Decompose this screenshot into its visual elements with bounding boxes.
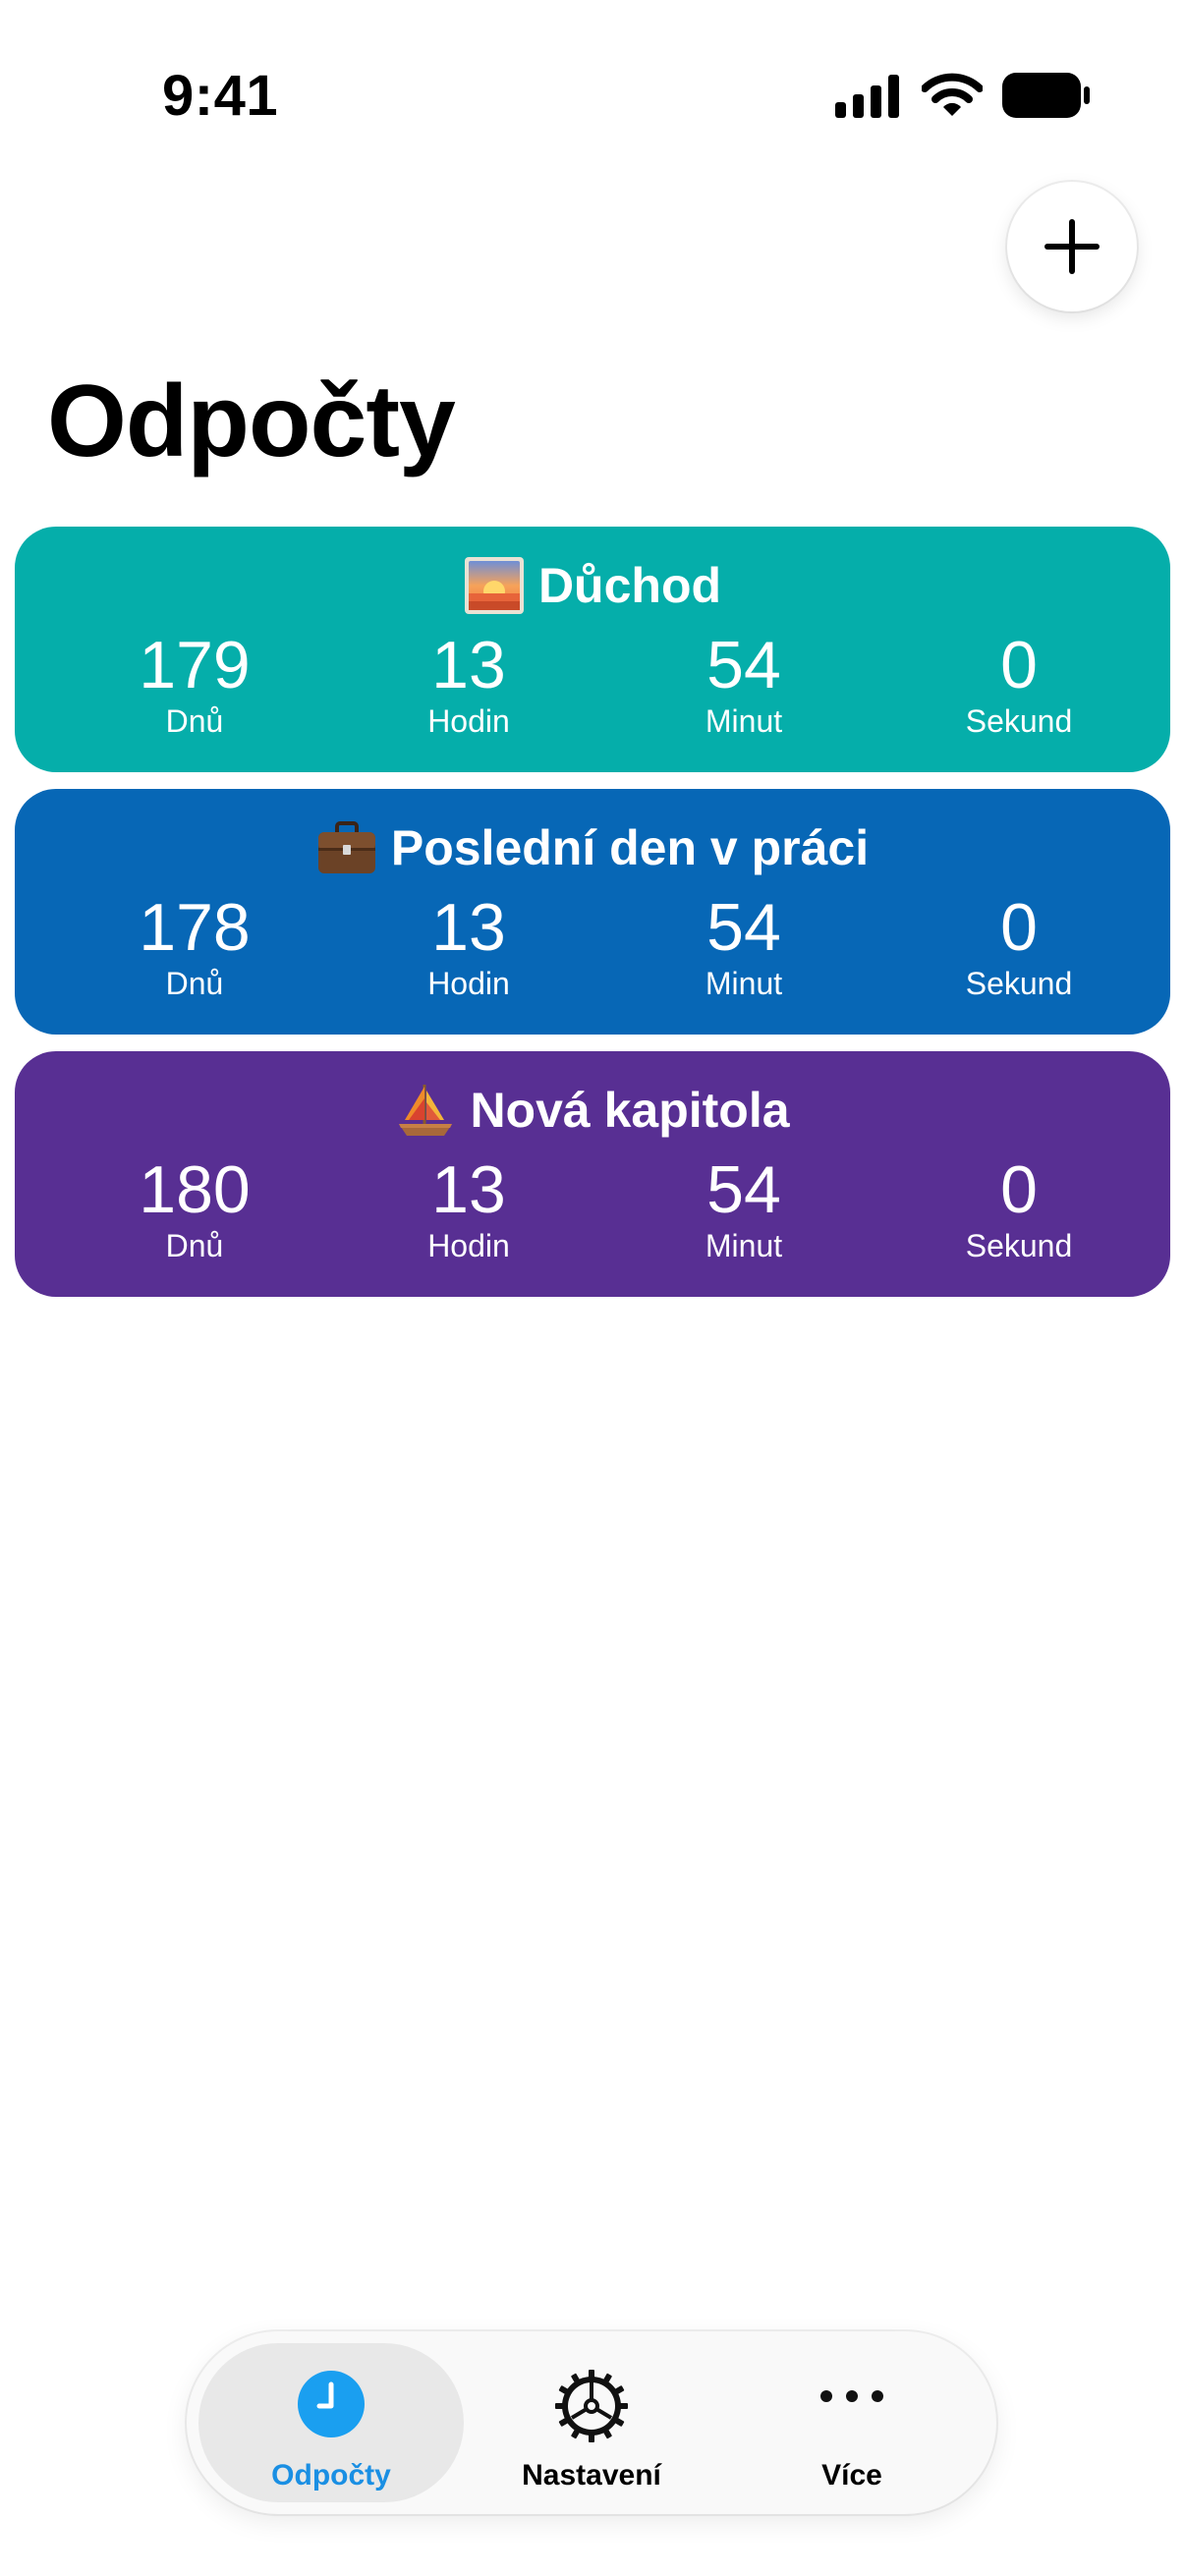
- plus-icon: [1044, 219, 1100, 274]
- seconds-value: 0: [1000, 890, 1038, 965]
- hours-value: 13: [431, 628, 506, 702]
- hours-label: Hodin: [427, 1228, 510, 1263]
- tab-vice[interactable]: Více: [719, 2343, 985, 2502]
- days-value: 180: [139, 1152, 251, 1227]
- seconds-unit: 0 Sekund: [921, 892, 1117, 1002]
- status-time: 9:41: [162, 64, 279, 128]
- hours-unit: 13 Hodin: [370, 1154, 567, 1264]
- gear-icon: [555, 2370, 628, 2442]
- status-icons: [835, 67, 1130, 126]
- hours-unit: 13 Hodin: [370, 892, 567, 1002]
- hours-value: 13: [431, 1152, 506, 1227]
- days-label: Dnů: [165, 1228, 224, 1263]
- countdown-card-posledni-den[interactable]: Poslední den v práci 178 Dnů 13 Hodin 54…: [15, 789, 1170, 1035]
- card-title-text: Důchod: [537, 558, 722, 613]
- card-title: Poslední den v práci: [15, 818, 1170, 877]
- days-label: Dnů: [165, 703, 224, 739]
- tab-label: Nastavení: [522, 2459, 661, 2492]
- countdown-card-duchod[interactable]: Důchod 179 Dnů 13 Hodin 54 Minut 0 Sekun…: [15, 527, 1170, 772]
- minutes-value: 54: [706, 628, 781, 702]
- seconds-value: 0: [1000, 628, 1038, 702]
- tab-bar: Odpočty Nastavení Více: [187, 2331, 996, 2514]
- minutes-unit: 54 Minut: [646, 892, 842, 1002]
- hours-unit: 13 Hodin: [370, 630, 567, 740]
- seconds-label: Sekund: [965, 966, 1073, 1001]
- card-title: Nová kapitola: [15, 1081, 1170, 1140]
- battery-icon: [1002, 73, 1090, 118]
- hours-value: 13: [431, 890, 506, 965]
- add-countdown-button[interactable]: [1007, 182, 1137, 311]
- card-title-text: Poslední den v práci: [390, 820, 870, 875]
- wifi-icon: [922, 73, 983, 116]
- tab-odpocty[interactable]: Odpočty: [198, 2343, 464, 2502]
- days-unit: 178 Dnů: [96, 892, 293, 1002]
- minutes-value: 54: [706, 1152, 781, 1227]
- status-bar: 9:41: [0, 0, 1185, 187]
- seconds-unit: 0 Sekund: [921, 1154, 1117, 1264]
- tab-label: Více: [821, 2459, 882, 2492]
- days-value: 179: [139, 628, 251, 702]
- days-unit: 180 Dnů: [96, 1154, 293, 1264]
- screen: 9:41 Odpočty Důchod 179 Dnů 13 Hodin 54 …: [0, 0, 1185, 2576]
- sailboat-icon: [399, 1085, 453, 1136]
- seconds-label: Sekund: [965, 1228, 1073, 1263]
- countdown-card-nova-kapitola[interactable]: Nová kapitola 180 Dnů 13 Hodin 54 Minut …: [15, 1051, 1170, 1297]
- page-title: Odpočty: [47, 364, 456, 478]
- briefcase-icon: [317, 821, 375, 873]
- minutes-unit: 54 Minut: [646, 630, 842, 740]
- countdown-units: 180 Dnů 13 Hodin 54 Minut 0 Sekund: [15, 1154, 1170, 1282]
- hours-label: Hodin: [427, 703, 510, 739]
- countdown-units: 179 Dnů 13 Hodin 54 Minut 0 Sekund: [15, 630, 1170, 757]
- days-unit: 179 Dnů: [96, 630, 293, 740]
- minutes-unit: 54 Minut: [646, 1154, 842, 1264]
- seconds-unit: 0 Sekund: [921, 630, 1117, 740]
- minutes-label: Minut: [705, 703, 783, 739]
- days-value: 178: [139, 890, 251, 965]
- cellular-signal-icon: [835, 75, 899, 118]
- minutes-label: Minut: [705, 966, 783, 1001]
- sunrise-icon: [464, 557, 524, 614]
- days-label: Dnů: [165, 966, 224, 1001]
- tab-nastaveni[interactable]: Nastavení: [459, 2343, 724, 2502]
- card-title-text: Nová kapitola: [470, 1083, 790, 1138]
- card-title: Důchod: [15, 556, 1170, 615]
- tab-label: Odpočty: [271, 2459, 391, 2492]
- countdown-units: 178 Dnů 13 Hodin 54 Minut 0 Sekund: [15, 892, 1170, 1020]
- minutes-value: 54: [706, 890, 781, 965]
- clock-icon: [298, 2371, 365, 2437]
- ellipsis-icon: [820, 2390, 883, 2402]
- seconds-label: Sekund: [965, 703, 1073, 739]
- hours-label: Hodin: [427, 966, 510, 1001]
- seconds-value: 0: [1000, 1152, 1038, 1227]
- minutes-label: Minut: [705, 1228, 783, 1263]
